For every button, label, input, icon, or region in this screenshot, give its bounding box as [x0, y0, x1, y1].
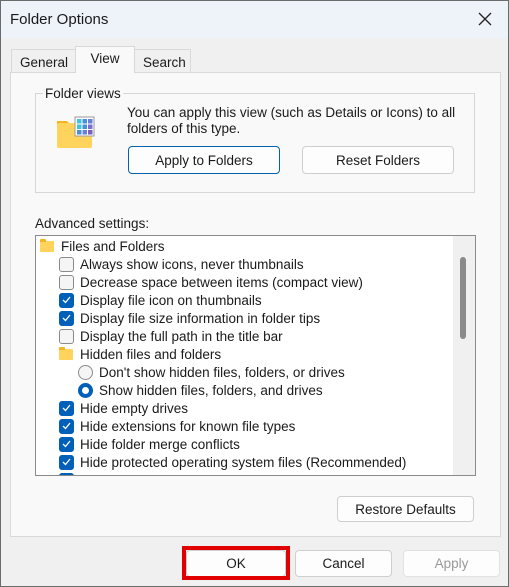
ok-button[interactable]: OK: [186, 550, 286, 577]
checkbox[interactable]: [59, 400, 74, 416]
check-icon: [62, 404, 71, 412]
radio-item[interactable]: Don't show hidden files, folders, or dri…: [78, 363, 345, 381]
radio-button[interactable]: [78, 382, 93, 398]
settings-group: Hidden files and folders: [59, 345, 221, 363]
item-label: Always show icons, never thumbnails: [80, 256, 304, 272]
check-icon: [62, 422, 71, 430]
checkbox[interactable]: [59, 418, 74, 434]
checkbox-item[interactable]: Decrease space between items (compact vi…: [59, 273, 363, 291]
check-icon: [62, 296, 71, 304]
checkbox[interactable]: [59, 292, 74, 308]
apply-button: Apply: [403, 550, 500, 577]
item-label: Files and Folders: [61, 238, 165, 254]
checkbox-item[interactable]: Hide extensions for known file types: [59, 417, 295, 435]
folder-icon: [40, 238, 54, 252]
radio-item[interactable]: Show hidden files, folders, and drives: [78, 381, 323, 399]
advanced-settings-label: Advanced settings:: [35, 216, 150, 231]
checkbox-item[interactable]: Display file icon on thumbnails: [59, 291, 262, 309]
check-icon: [62, 314, 71, 322]
radio-button[interactable]: [78, 364, 93, 380]
settings-group: Files and Folders: [40, 237, 165, 255]
button-label: Apply to Folders: [155, 152, 253, 168]
check-icon: [62, 440, 71, 448]
item-label: Don't show hidden files, folders, or dri…: [99, 364, 345, 380]
checkbox[interactable]: [59, 328, 74, 344]
checkbox-item[interactable]: Display file size information in folder …: [59, 309, 320, 327]
tab-general[interactable]: General: [11, 49, 76, 73]
item-label: Show hidden files, folders, and drives: [99, 382, 323, 398]
item-label: Hidden files and folders: [80, 346, 222, 362]
tab-view[interactable]: View: [75, 46, 135, 73]
item-label: Display the full path in the title bar: [80, 328, 283, 344]
close-icon: [478, 12, 492, 26]
item-label: Decrease space between items (compact vi…: [80, 274, 363, 290]
advanced-settings-list[interactable]: Hide protected operating system files (R…: [35, 235, 476, 476]
folder-views-description: You can apply this view (such as Details…: [127, 105, 456, 136]
close-button[interactable]: [470, 5, 500, 33]
button-label: Reset Folders: [335, 152, 421, 168]
checkbox-item[interactable]: Hide folder merge conflicts: [59, 435, 240, 453]
checkbox[interactable]: [59, 310, 74, 326]
tab-label: Search: [143, 55, 186, 70]
checkbox[interactable]: [59, 454, 74, 470]
item-label: Display file icon on thumbnails: [80, 292, 262, 308]
title-bar: Folder Options: [1, 1, 508, 38]
folder-views-label: Folder views: [43, 86, 123, 101]
restore-defaults-button[interactable]: Restore Defaults: [337, 496, 474, 522]
tab-search[interactable]: Search: [134, 49, 191, 73]
checkbox[interactable]: [59, 436, 74, 452]
item-label: Hide folder merge conflicts: [80, 436, 240, 452]
folder-icon: [59, 346, 73, 360]
folder-options-window: Folder Options General View Search Folde…: [0, 0, 509, 587]
button-label: Restore Defaults: [355, 501, 456, 517]
checkbox-item[interactable]: Hide empty drives: [59, 399, 188, 417]
scrollbar-thumb[interactable]: [460, 257, 466, 339]
button-label: Apply: [434, 556, 469, 571]
reset-folders-button[interactable]: Reset Folders: [302, 146, 454, 174]
checkbox-item[interactable]: [59, 471, 80, 475]
check-icon: [62, 458, 71, 466]
checkbox[interactable]: [59, 472, 74, 475]
checkbox-item[interactable]: Hide protected operating system files (R…: [59, 453, 406, 471]
tab-label: General: [20, 55, 69, 70]
scrollbar[interactable]: [453, 236, 475, 475]
apply-to-folders-button[interactable]: Apply to Folders: [128, 146, 280, 174]
checkbox-item[interactable]: Always show icons, never thumbnails: [59, 255, 304, 273]
button-label: Cancel: [322, 556, 365, 571]
tab-label: View: [90, 51, 120, 66]
window-title: Folder Options: [10, 11, 109, 28]
checkbox[interactable]: [59, 274, 74, 290]
item-label: Hide protected operating system files (R…: [80, 454, 407, 470]
folder-views-icon: [57, 116, 95, 148]
item-label: Display file size information in folder …: [80, 310, 321, 326]
item-label: Hide extensions for known file types: [80, 418, 296, 434]
cancel-button[interactable]: Cancel: [295, 550, 392, 577]
button-label: OK: [226, 556, 246, 571]
checkbox[interactable]: [59, 256, 74, 272]
checkbox-item[interactable]: Display the full path in the title bar: [59, 327, 283, 345]
item-label: Hide empty drives: [80, 400, 189, 416]
